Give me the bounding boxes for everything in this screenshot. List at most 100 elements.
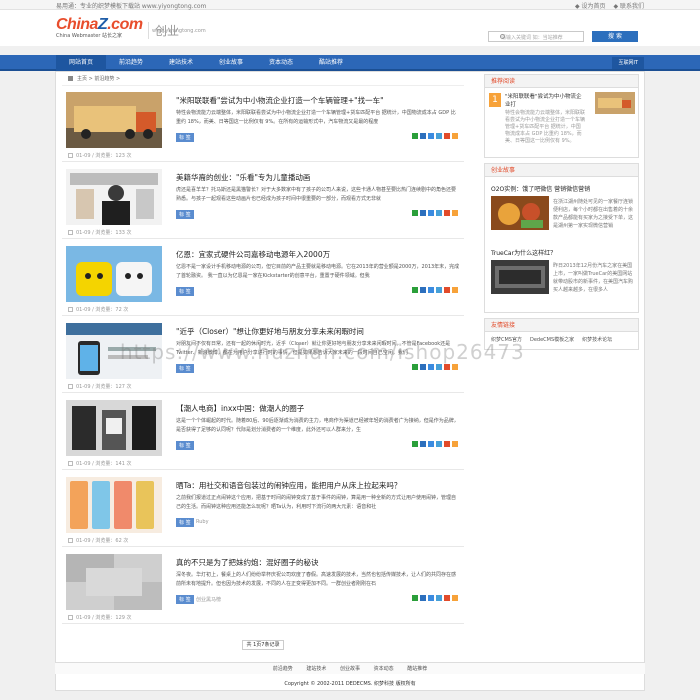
share-more-icon[interactable] <box>452 595 458 601</box>
article-title[interactable]: 真的不只是为了把妹约炮：混好圈子的秘诀 <box>176 557 319 568</box>
share-qzone-icon[interactable] <box>420 441 426 447</box>
share-more-icon[interactable] <box>452 210 458 216</box>
article-title[interactable]: "近乎（Closer）"想让你更好地与朋友分享未来闲暇时间 <box>176 326 364 337</box>
share-weibo-icon[interactable] <box>444 133 450 139</box>
nav-cool-sites[interactable]: 酷站推荐 <box>306 55 356 71</box>
top-bar: 易用通：专业的织梦模板下载站 www.yiyongtong.com ◆ 设为首页… <box>0 0 700 10</box>
share-more-icon[interactable] <box>452 287 458 293</box>
share-tqq-icon[interactable] <box>436 287 442 293</box>
story-thumbnail[interactable] <box>491 260 549 294</box>
tag-badge[interactable]: 标 签 <box>176 287 194 296</box>
footer-link[interactable]: 创业故事 <box>340 666 360 672</box>
share-qzone-icon[interactable] <box>420 133 426 139</box>
share-tqq-icon[interactable] <box>436 133 442 139</box>
checkbox-icon[interactable] <box>68 538 73 543</box>
share-renren-icon[interactable] <box>428 364 434 370</box>
article-thumbnail[interactable] <box>66 400 162 456</box>
tag-badge[interactable]: 标 签 <box>176 441 194 450</box>
article-thumbnail[interactable] <box>66 477 162 533</box>
tag-text[interactable]: Ruby <box>196 519 209 525</box>
article-title[interactable]: "米阳联联看"尝试为中小物流企业打造一个车辆管理+"找一车" <box>176 95 384 106</box>
recommend-thumbnail[interactable] <box>595 92 635 114</box>
checkbox-icon[interactable] <box>68 384 73 389</box>
tag-badge[interactable]: 标 签 <box>176 364 194 373</box>
site-logo[interactable]: ChinaZ.com China Webmaster 站长之家 <box>56 16 143 39</box>
article-thumbnail[interactable] <box>66 92 162 148</box>
tag-badge[interactable]: 标 签 <box>176 595 194 604</box>
nav-it-button[interactable]: 互联网IT <box>612 57 644 69</box>
share-renren-icon[interactable] <box>428 210 434 216</box>
share-weibo-icon[interactable] <box>444 287 450 293</box>
search-button[interactable]: 搜 索 <box>592 31 638 42</box>
set-homepage-link[interactable]: ◆ 设为首页 <box>575 3 606 10</box>
article-title[interactable]: 美籍华裔的创业："乐看"专为儿童播动画 <box>176 172 310 183</box>
pagination-info: 共 1页7条记录 <box>241 640 285 650</box>
footer-link[interactable]: 资本动态 <box>374 666 394 672</box>
checkbox-icon[interactable] <box>68 307 73 312</box>
checkbox-icon[interactable] <box>68 230 73 235</box>
list-item: 亿恩：宜家式硬件公司嘉移动电源年入2000万 亿恩不是一家设计手机移动电源的公司… <box>62 242 464 316</box>
article-title[interactable]: 亿恩：宜家式硬件公司嘉移动电源年入2000万 <box>176 249 330 260</box>
share-icons <box>410 364 458 370</box>
share-wechat-icon[interactable] <box>412 441 418 447</box>
friend-link[interactable]: DedeCMS模板之家 <box>530 337 574 343</box>
share-weibo-icon[interactable] <box>444 441 450 447</box>
checkbox-icon[interactable] <box>68 615 73 620</box>
share-wechat-icon[interactable] <box>412 133 418 139</box>
list-item: 【潮人电商】inxx中国：做潮人的圈子 这是一个个体崛起的时代。随着80后、90… <box>62 396 464 470</box>
share-qzone-icon[interactable] <box>420 287 426 293</box>
article-title[interactable]: 【潮人电商】inxx中国：做潮人的圈子 <box>176 403 304 414</box>
nav-trends[interactable]: 前沿趋势 <box>106 55 156 71</box>
story-title[interactable]: TrueCar为什么这样红？ <box>491 248 556 257</box>
share-renren-icon[interactable] <box>428 441 434 447</box>
share-tqq-icon[interactable] <box>436 595 442 601</box>
share-weibo-icon[interactable] <box>444 595 450 601</box>
share-wechat-icon[interactable] <box>412 595 418 601</box>
share-tqq-icon[interactable] <box>436 441 442 447</box>
share-more-icon[interactable] <box>452 364 458 370</box>
checkbox-icon[interactable] <box>68 153 73 158</box>
story-title[interactable]: O2O实例：饿了吧微信 营销微信营销 <box>491 184 590 193</box>
share-more-icon[interactable] <box>452 133 458 139</box>
share-weibo-icon[interactable] <box>444 364 450 370</box>
share-wechat-icon[interactable] <box>412 210 418 216</box>
footer-link[interactable]: 前沿趋势 <box>273 666 293 672</box>
article-thumbnail[interactable] <box>66 169 162 225</box>
search-input[interactable]: 请输入关键词 如：当站推荐 <box>488 31 584 42</box>
top-bar-text: 易用通：专业的织梦模板下载站 www.yiyongtong.com <box>56 3 207 10</box>
share-renren-icon[interactable] <box>428 287 434 293</box>
share-qzone-icon[interactable] <box>420 364 426 370</box>
tag-badge[interactable]: 标 签 <box>176 133 194 142</box>
tag-text[interactable]: 创业黑马榜 <box>196 596 221 603</box>
nav-stories[interactable]: 创业故事 <box>206 55 256 71</box>
article-title[interactable]: 晒Ta：用社交和语音包装过的闹钟应用，能把用户从床上拉起来吗？ <box>176 480 401 491</box>
friend-link[interactable]: 织梦技术论坛 <box>582 337 612 343</box>
share-qzone-icon[interactable] <box>420 595 426 601</box>
article-date-views: 01-09 / 浏览量：141 次 <box>76 461 132 467</box>
share-renren-icon[interactable] <box>428 595 434 601</box>
share-tqq-icon[interactable] <box>436 364 442 370</box>
share-tqq-icon[interactable] <box>436 210 442 216</box>
share-weibo-icon[interactable] <box>444 210 450 216</box>
contact-link[interactable]: ◆ 联系我们 <box>613 3 644 10</box>
share-icons <box>410 287 458 293</box>
nav-home[interactable]: 网站首页 <box>56 55 106 71</box>
share-more-icon[interactable] <box>452 441 458 447</box>
tag-badge[interactable]: 标 签 <box>176 518 194 527</box>
share-renren-icon[interactable] <box>428 133 434 139</box>
share-wechat-icon[interactable] <box>412 287 418 293</box>
footer-link[interactable]: 酷站推荐 <box>407 666 427 672</box>
share-wechat-icon[interactable] <box>412 364 418 370</box>
footer-link[interactable]: 建站技术 <box>306 666 326 672</box>
main-nav: 网站首页 前沿趋势 建站技术 创业故事 资本动态 酷站推荐 互联网IT <box>0 55 700 71</box>
recommend-item-desc: 特性会物流能力云端整体，米阳联联看尝试为中小物流企业打造一个车辆管理+货车匹配平… <box>505 110 586 144</box>
checkbox-icon[interactable] <box>68 461 73 466</box>
tag-badge[interactable]: 标 签 <box>176 210 194 219</box>
article-thumbnail[interactable] <box>66 554 162 610</box>
article-thumbnail[interactable] <box>66 246 162 302</box>
nav-tech[interactable]: 建站技术 <box>156 55 206 71</box>
recommend-item-title[interactable]: "米阳联联看"尝试为中小物流企业打 <box>505 93 585 109</box>
nav-capital[interactable]: 资本动态 <box>256 55 306 71</box>
story-thumbnail[interactable] <box>491 196 549 230</box>
share-qzone-icon[interactable] <box>420 210 426 216</box>
